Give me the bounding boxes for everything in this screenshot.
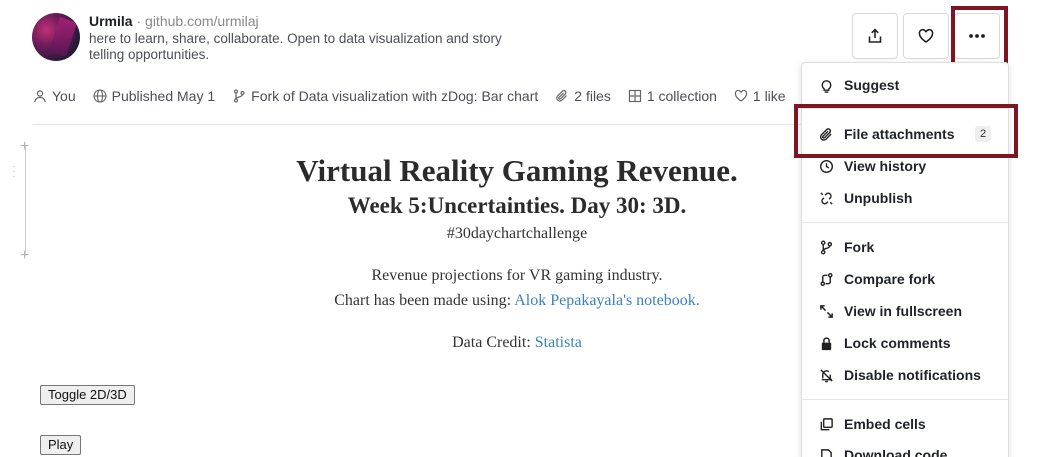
globe-icon	[93, 89, 107, 103]
menu-item-view-fullscreen[interactable]: View in fullscreen	[802, 297, 1008, 325]
like-button[interactable]	[903, 13, 949, 59]
grid-icon	[628, 89, 641, 103]
menu-item-label: Lock comments	[844, 335, 951, 351]
notebook-data-credit: Data Credit: Statista	[200, 334, 834, 352]
menu-item-view-history[interactable]: View history	[802, 152, 1008, 180]
meta-owner-label: You	[52, 88, 76, 104]
compare-icon	[820, 272, 833, 286]
toggle-2d-3d-button[interactable]: Toggle 2D/3D	[40, 385, 135, 405]
fork-icon	[820, 240, 833, 254]
meta-fork-of[interactable]: Fork of Data visualization with zDog: Ba…	[232, 88, 538, 104]
unlink-icon	[820, 191, 833, 205]
menu-item-label: View in fullscreen	[844, 303, 963, 319]
menu-item-label: Disable notifications	[844, 367, 981, 383]
made-using-link[interactable]: Alok Pepakayala's notebook.	[514, 292, 700, 309]
notebook-hashtag: #30daychartchallenge	[446, 225, 588, 242]
cell-gutter-line	[25, 146, 26, 256]
header-divider	[33, 124, 803, 125]
fork-icon	[234, 89, 245, 103]
embed-icon	[820, 417, 833, 430]
menu-item-label: Compare fork	[844, 271, 936, 287]
author-bio: here to learn, share, collaborate. Open …	[89, 31, 502, 62]
paperclip-icon	[556, 90, 568, 102]
credit-prefix: Data Credit:	[452, 334, 535, 351]
download-icon	[821, 448, 832, 457]
add-cell-above-icon[interactable]: +	[20, 139, 29, 155]
meta-owner[interactable]: You	[33, 88, 76, 104]
author-line: Urmila · github.com/urmilaj	[89, 12, 259, 30]
menu-divider	[802, 399, 1008, 400]
meta-published[interactable]: Published May 1	[93, 88, 216, 104]
meta-published-label: Published May 1	[111, 88, 216, 104]
avatar[interactable]	[32, 13, 80, 61]
menu-item-embed-cells[interactable]: Embed cells	[802, 410, 1008, 438]
menu-item-label: Suggest	[844, 77, 900, 93]
clock-icon	[819, 159, 834, 173]
bell-off-icon	[820, 368, 833, 382]
menu-item-fork[interactable]: Fork	[802, 233, 1008, 261]
author-separator: ·	[136, 13, 142, 29]
notebook-description: Revenue projections for VR gaming indust…	[371, 267, 663, 284]
heart-icon	[918, 28, 934, 43]
meta-collections[interactable]: 1 collection	[628, 88, 717, 104]
menu-item-file-attachments[interactable]: File attachments 2	[802, 120, 1008, 148]
more-actions-button[interactable]	[954, 13, 1000, 59]
menu-item-disable-notifications[interactable]: Disable notifications	[802, 361, 1008, 389]
notebook-meta: You Published May 1 Fork of Data visuali…	[33, 86, 803, 106]
fullscreen-icon	[820, 304, 833, 318]
menu-item-compare-fork[interactable]: Compare fork	[802, 265, 1008, 293]
meta-collections-label: 1 collection	[646, 88, 717, 104]
attachments-count-badge: 2	[975, 126, 991, 142]
meta-files[interactable]: 2 files	[555, 88, 611, 104]
share-icon	[868, 28, 882, 43]
menu-item-unpublish[interactable]: Unpublish	[802, 184, 1008, 212]
meta-likes-label: 1 like	[752, 88, 786, 104]
made-using-prefix: Chart has been made using:	[334, 292, 515, 309]
credit-link[interactable]: Statista	[535, 334, 582, 351]
meta-files-label: 2 files	[574, 88, 611, 104]
meta-likes[interactable]: 1 like	[734, 88, 786, 104]
paperclip-icon	[819, 127, 832, 141]
notebook-subtitle: Week 5:Uncertainties. Day 30: 3D.	[347, 193, 687, 218]
cell-drag-handle-icon[interactable]: · · ·	[10, 162, 18, 182]
heart-icon	[734, 89, 748, 102]
lock-icon	[821, 336, 832, 350]
menu-divider	[802, 222, 1008, 223]
menu-item-lock-comments[interactable]: Lock comments	[802, 329, 1008, 357]
user-icon	[34, 90, 46, 103]
more-actions-menu: Suggest File attachments 2 View history …	[801, 62, 1009, 457]
author-name[interactable]: Urmila	[89, 13, 133, 29]
menu-item-label: Unpublish	[844, 190, 913, 206]
author-url[interactable]: github.com/urmilaj	[145, 13, 259, 29]
menu-item-suggest[interactable]: Suggest	[802, 71, 1008, 99]
meta-fork-of-label: Fork of Data visualization with zDog: Ba…	[251, 88, 539, 104]
notebook-title: Virtual Reality Gaming Revenue.	[296, 153, 738, 188]
share-button[interactable]	[852, 13, 898, 59]
menu-item-label: Embed cells	[844, 416, 926, 432]
menu-item-label: Fork	[844, 239, 875, 255]
menu-item-download-code[interactable]: Download code	[802, 441, 1008, 457]
menu-item-label: View history	[844, 158, 927, 174]
add-cell-below-icon[interactable]: +	[20, 248, 29, 264]
lightbulb-icon	[821, 79, 832, 93]
menu-divider	[802, 108, 1008, 109]
more-icon	[969, 34, 985, 38]
play-button[interactable]: Play	[40, 435, 82, 455]
menu-item-label: Download code	[844, 447, 948, 457]
notebook-made-using: Chart has been made using: Alok Pepakaya…	[200, 292, 834, 310]
menu-item-label: File attachments	[844, 126, 955, 142]
